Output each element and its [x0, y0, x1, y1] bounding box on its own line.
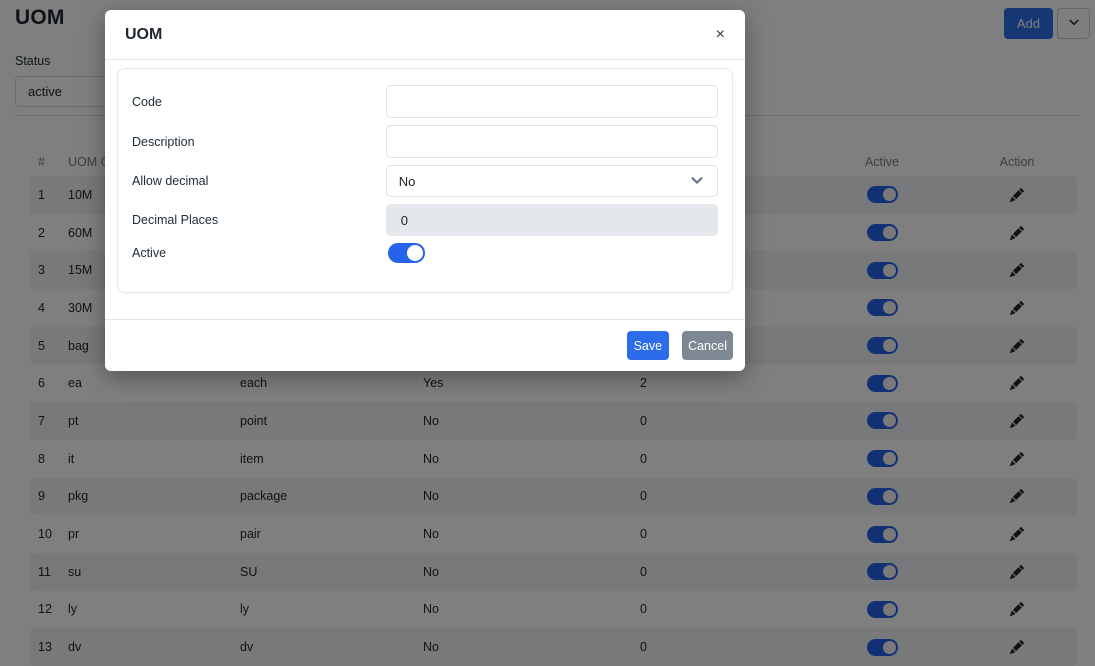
- allow-decimal-select-value: No: [398, 173, 416, 189]
- allow-decimal-field-row: Allow decimal No: [132, 165, 718, 197]
- decimal-places-label: Decimal Places: [132, 213, 219, 227]
- code-input[interactable]: [385, 85, 718, 118]
- active-field-row: Active: [132, 243, 718, 263]
- allow-decimal-select[interactable]: No: [385, 165, 718, 197]
- active-toggle[interactable]: [388, 243, 425, 263]
- allow-decimal-label: Allow decimal: [132, 174, 209, 188]
- decimal-places-field-row: Decimal Places: [132, 204, 718, 236]
- code-label: Code: [132, 94, 162, 109]
- close-icon[interactable]: ×: [716, 26, 725, 43]
- uom-page: UOM Add Status active # UOM Code Descrip…: [0, 0, 1095, 666]
- code-field-row: Code: [132, 85, 718, 118]
- modal-title: UOM: [125, 25, 163, 43]
- cancel-button[interactable]: Cancel: [682, 331, 733, 360]
- uom-modal: UOM × Code Description Allow decimal No: [105, 10, 745, 371]
- modal-body: Code Description Allow decimal No Decima…: [105, 60, 745, 319]
- modal-footer: Save Cancel: [105, 319, 745, 371]
- description-input[interactable]: [385, 125, 718, 158]
- chevron-down-icon: [689, 173, 705, 190]
- description-label: Description: [132, 134, 195, 149]
- toggle-knob: [407, 245, 423, 261]
- active-label: Active: [132, 246, 167, 260]
- decimal-places-input: [385, 204, 718, 236]
- description-field-row: Description: [132, 125, 718, 158]
- modal-form-card: Code Description Allow decimal No Decima…: [117, 68, 733, 293]
- modal-header: UOM ×: [105, 10, 745, 60]
- save-button[interactable]: Save: [626, 331, 670, 360]
